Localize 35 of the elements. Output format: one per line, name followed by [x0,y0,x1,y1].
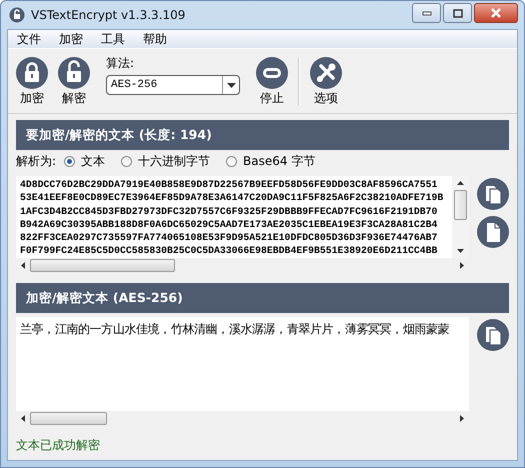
radio-option[interactable]: 十六进制字节 [121,152,210,170]
maximize-icon [452,8,462,18]
algorithm-label: 算法: [106,55,136,72]
radio-option[interactable]: Base64 字节 [226,152,316,170]
panel-header: 加密/解密文本 (AES-256) [16,283,509,313]
copy-button[interactable] [477,319,509,351]
copy-button[interactable] [477,178,509,210]
menu-item[interactable]: 文件 [10,30,48,48]
scroll-down-icon[interactable] [457,249,464,253]
status-text: 文本已成功解密 [16,437,101,454]
parse-label: 解析为: [16,152,56,170]
algorithm-dropdown[interactable]: AES-256 [106,75,240,95]
document-button[interactable] [477,216,509,248]
menu-item[interactable]: 加密 [52,30,90,48]
window-title: VSTextEncrypt v1.3.3.109 [31,8,186,22]
scroll-right-icon[interactable] [460,262,464,269]
close-button[interactable] [474,3,518,23]
minimize-button[interactable] [412,3,441,23]
menu-item[interactable]: 工具 [94,30,132,48]
close-icon [490,8,502,18]
app-icon [9,7,25,23]
minimize-icon [422,10,432,16]
scroll-left-icon[interactable] [21,262,25,269]
scroll-left-icon[interactable] [21,415,25,422]
caret-icon [226,82,236,88]
scrollbar-thumb[interactable] [30,259,175,272]
output-text-area[interactable]: 兰亭，江南的一方山水佳境，竹林清幽，溪水潺潺，青翠片片，薄雾冥冥，烟雨蒙蒙 [16,317,469,411]
scroll-right-icon[interactable] [460,415,464,422]
radio-option[interactable]: 文本 [64,152,106,170]
menu-item[interactable]: 帮助 [136,30,174,48]
scrollbar-thumb[interactable] [454,190,467,220]
scrollbar-thumb[interactable] [30,412,107,425]
panel-header: 要加密/解密的文本 (长度: 194) [16,120,509,150]
maximize-button[interactable] [443,3,472,23]
scroll-up-icon[interactable] [457,181,464,185]
